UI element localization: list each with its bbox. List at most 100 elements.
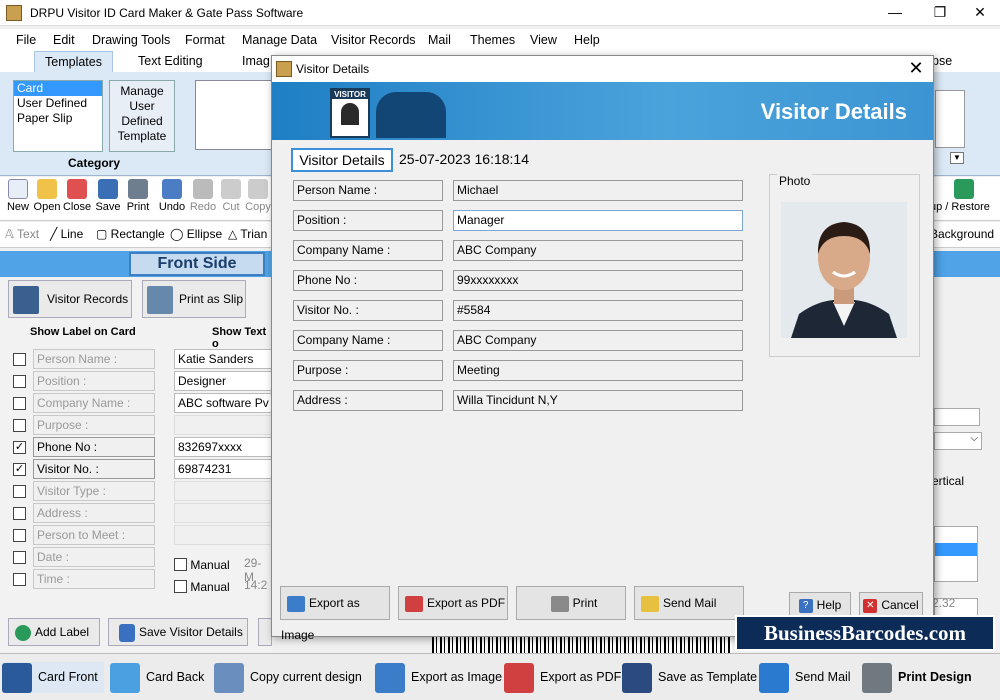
close-file-button[interactable]: Close bbox=[62, 179, 92, 213]
card-back-button[interactable]: Card Back bbox=[110, 662, 204, 693]
visitor-field-value[interactable]: ABC Company bbox=[453, 330, 743, 351]
menu-edit[interactable]: Edit bbox=[53, 33, 75, 47]
draw-line-tool[interactable]: ╱ Line bbox=[50, 227, 83, 241]
menu-themes[interactable]: Themes bbox=[470, 33, 515, 47]
menu-file[interactable]: File bbox=[16, 33, 36, 47]
field-value-input[interactable]: Katie Sanders bbox=[174, 349, 284, 369]
clear-details-button[interactable] bbox=[258, 618, 272, 646]
field-checkbox[interactable] bbox=[13, 375, 26, 388]
new-button[interactable]: New bbox=[4, 179, 32, 213]
front-side-label[interactable]: Front Side bbox=[129, 252, 265, 276]
field-checkbox[interactable] bbox=[13, 551, 26, 564]
field-label[interactable]: Person to Meet : bbox=[33, 525, 155, 545]
menu-manage-data[interactable]: Manage Data bbox=[242, 33, 317, 47]
tab-templates[interactable]: Templates bbox=[34, 51, 113, 73]
visitor-field-value[interactable]: #5584 bbox=[453, 300, 743, 321]
add-label-button[interactable]: Add Label bbox=[8, 618, 100, 646]
field-label[interactable]: Position : bbox=[33, 371, 155, 391]
field-value-input[interactable]: 69874231 bbox=[174, 459, 284, 479]
menu-visitor-records[interactable]: Visitor Records bbox=[331, 33, 416, 47]
field-label[interactable]: Visitor Type : bbox=[33, 481, 155, 501]
field-label[interactable]: Company Name : bbox=[33, 393, 155, 413]
category-item-paper-slip[interactable]: Paper Slip bbox=[14, 111, 102, 126]
gallery-dropdown-icon[interactable]: ▼ bbox=[950, 152, 964, 164]
field-checkbox[interactable] bbox=[13, 507, 26, 520]
dialog-export-image-button[interactable]: Export as Image bbox=[280, 586, 390, 642]
export-as-pdf-button[interactable]: Export as PDF bbox=[504, 662, 621, 693]
tab-text-editing[interactable]: Text Editing bbox=[128, 51, 213, 73]
category-item-user-defined[interactable]: User Defined bbox=[14, 96, 102, 111]
manual-date-option[interactable]: Manual 29-M bbox=[174, 556, 261, 584]
property-dropdown[interactable]: ⌵ bbox=[934, 432, 982, 450]
menu-format[interactable]: Format bbox=[185, 33, 225, 47]
draw-triangle-tool[interactable]: △ Trian bbox=[228, 227, 267, 241]
visitor-field-value[interactable]: ABC Company bbox=[453, 240, 743, 261]
save-visitor-details-button[interactable]: Save Visitor Details bbox=[108, 618, 248, 646]
save-as-template-button[interactable]: Save as Template bbox=[622, 662, 757, 693]
field-value-input[interactable]: ABC software Pv bbox=[174, 393, 284, 413]
menu-help[interactable]: Help bbox=[574, 33, 600, 47]
save-button[interactable]: Save bbox=[94, 179, 122, 213]
manual-time-option[interactable]: Manual 14:2 bbox=[174, 578, 267, 594]
manual-date-checkbox[interactable] bbox=[174, 558, 187, 571]
menu-drawing-tools[interactable]: Drawing Tools bbox=[92, 33, 170, 47]
field-label[interactable]: Phone No : bbox=[33, 437, 155, 457]
dialog-print-button[interactable]: Print bbox=[516, 586, 626, 620]
undo-button[interactable]: Undo bbox=[156, 179, 188, 213]
property-input[interactable] bbox=[934, 408, 980, 426]
field-value-input[interactable] bbox=[174, 525, 284, 545]
field-value-input[interactable] bbox=[174, 415, 284, 435]
field-checkbox[interactable] bbox=[13, 419, 26, 432]
field-checkbox[interactable]: ✓ bbox=[13, 441, 26, 454]
export-as-image-button[interactable]: Export as Image bbox=[375, 662, 502, 693]
redo-button[interactable]: Redo bbox=[188, 179, 218, 213]
manage-user-defined-template-button[interactable]: Manage User Defined Template bbox=[109, 80, 175, 152]
backup-restore-button[interactable]: up / Restore bbox=[930, 179, 998, 213]
field-label[interactable]: Person Name : bbox=[33, 349, 155, 369]
copy-button[interactable]: Copy bbox=[244, 179, 272, 213]
copy-current-design-button[interactable]: Copy current design bbox=[214, 662, 362, 693]
menu-mail[interactable]: Mail bbox=[428, 33, 451, 47]
visitor-field-value[interactable]: 99xxxxxxxx bbox=[453, 270, 743, 291]
template-scrollbar[interactable] bbox=[935, 90, 965, 148]
field-value-input[interactable]: 832697xxxx bbox=[174, 437, 284, 457]
field-checkbox[interactable] bbox=[13, 573, 26, 586]
field-label[interactable]: Visitor No. : bbox=[33, 459, 155, 479]
open-button[interactable]: Open bbox=[32, 179, 62, 213]
print-design-button[interactable]: Print Design bbox=[862, 662, 972, 693]
menu-view[interactable]: View bbox=[530, 33, 557, 47]
card-front-button[interactable]: Card Front bbox=[2, 662, 104, 693]
field-checkbox[interactable] bbox=[13, 529, 26, 542]
minimize-button[interactable]: — bbox=[880, 2, 910, 22]
field-value-input[interactable] bbox=[174, 481, 284, 501]
field-checkbox[interactable] bbox=[13, 485, 26, 498]
dialog-close-icon[interactable]: ✕ bbox=[904, 58, 928, 79]
field-label[interactable]: Purpose : bbox=[33, 415, 155, 435]
visitor-field-value[interactable]: Meeting bbox=[453, 360, 743, 381]
background-tool[interactable]: Background bbox=[930, 227, 994, 241]
visitor-field-value[interactable]: Manager bbox=[453, 210, 743, 231]
field-checkbox[interactable] bbox=[13, 353, 26, 366]
field-checkbox[interactable]: ✓ bbox=[13, 463, 26, 476]
dialog-export-pdf-button[interactable]: Export as PDF bbox=[398, 586, 508, 620]
manual-time-checkbox[interactable] bbox=[174, 580, 187, 593]
category-item-card-templates[interactable]: Card Templates bbox=[14, 81, 102, 108]
maximize-button[interactable]: ❐ bbox=[925, 2, 955, 22]
template-thumbnail[interactable] bbox=[195, 80, 275, 150]
property-list[interactable] bbox=[934, 526, 978, 582]
property-numeric[interactable]: 2.32 bbox=[932, 596, 955, 610]
print-as-slip-button[interactable]: Print as Slip bbox=[142, 280, 246, 318]
field-label[interactable]: Time : bbox=[33, 569, 155, 589]
field-label[interactable]: Date : bbox=[33, 547, 155, 567]
field-checkbox[interactable] bbox=[13, 397, 26, 410]
category-list[interactable]: Card Templates User Defined Paper Slip bbox=[13, 80, 103, 152]
field-label[interactable]: Address : bbox=[33, 503, 155, 523]
draw-text-tool[interactable]: 𝔸 Text bbox=[5, 227, 39, 241]
visitor-field-value[interactable]: Willa Tincidunt N,Y bbox=[453, 390, 743, 411]
field-value-input[interactable] bbox=[174, 503, 284, 523]
visitor-field-value[interactable]: Michael bbox=[453, 180, 743, 201]
visitor-records-button[interactable]: Visitor Records bbox=[8, 280, 132, 318]
dialog-send-mail-button[interactable]: Send Mail bbox=[634, 586, 744, 620]
field-value-input[interactable]: Designer bbox=[174, 371, 284, 391]
draw-rectangle-tool[interactable]: ▢ Rectangle bbox=[96, 227, 165, 241]
